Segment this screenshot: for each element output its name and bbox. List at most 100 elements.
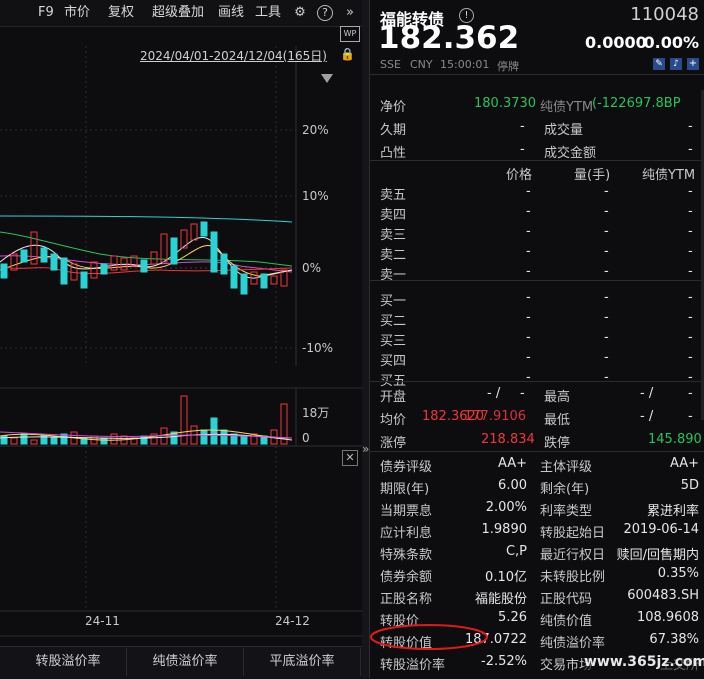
ob-header-qty: 量(手) — [574, 168, 611, 183]
pct-label-0: 0% — [302, 261, 322, 275]
ob-dash-sell-1-1: - — [604, 264, 609, 279]
ob-dash-sell-1-0: - — [526, 264, 531, 279]
bond-info-value: C,P — [505, 544, 527, 559]
help-icon[interactable]: ? — [317, 5, 333, 21]
limit-down-label: 跌停 — [544, 436, 571, 451]
candle — [190, 223, 198, 241]
volume-label-max: 18万 — [302, 406, 330, 420]
candle — [230, 265, 238, 289]
gear-icon[interactable]: ⚙ — [291, 4, 309, 22]
last-price: 182.362 — [378, 20, 520, 56]
bond-info-value: 600483.SH — [627, 588, 699, 603]
bond-info-value: 赎回/回售期内 — [616, 548, 699, 563]
chart-area[interactable]: 20% 10% 0% -10% 18万 0 24-11 24-12 ✕ — [0, 26, 362, 678]
candle — [240, 273, 248, 295]
duration-label: 久期 — [380, 123, 407, 138]
restore-rights-button[interactable]: 复权 — [108, 4, 134, 22]
candle — [0, 263, 8, 279]
convexity-value: - — [520, 142, 525, 157]
bond-info-value: AA+ — [497, 456, 527, 471]
high-label: 最高 — [544, 390, 571, 405]
exchange: SSE — [380, 58, 401, 71]
expand-icon[interactable]: » — [341, 4, 359, 22]
candle — [90, 261, 98, 279]
ob-dash-sell-4-2: - — [688, 204, 693, 219]
candle — [60, 257, 68, 285]
ob-dash-buy-4-1: - — [604, 350, 609, 365]
ob-label-sell-2: 卖二 — [380, 248, 407, 263]
bond-info-label: 未转股比例 — [540, 570, 606, 585]
ob-dash-sell-4-0: - — [526, 204, 531, 219]
tab-conversion-premium[interactable]: 转股溢价率 — [10, 648, 127, 676]
f9-button[interactable]: F9 — [38, 4, 54, 22]
lock-icon[interactable]: 🔒 — [340, 47, 355, 61]
candle — [160, 233, 168, 263]
bond-info-label: 剩余(年) — [540, 482, 590, 497]
bond-info-value: 0.10亿 — [485, 570, 527, 585]
draw-line-button[interactable]: 画线 — [218, 4, 244, 22]
bond-info-label: 正股名称 — [380, 592, 433, 607]
tools-button[interactable]: 工具 — [255, 4, 281, 22]
net-price-label: 净价 — [380, 100, 407, 115]
bond-info-label: 主体评级 — [540, 460, 593, 475]
wp-icon[interactable]: WP — [340, 26, 360, 42]
ob-dash-sell-3-1: - — [604, 224, 609, 239]
date-range-link[interactable]: 2024/04/01-2024/12/04(165日) — [140, 47, 327, 64]
bond-info-label: 转股溢价率 — [380, 658, 446, 673]
ob-label-sell-3: 卖三 — [380, 228, 407, 243]
highlight-ellipse — [370, 624, 488, 650]
volume-bar — [20, 433, 28, 445]
bell-icon[interactable]: ♪ — [670, 58, 682, 70]
edit-icon[interactable]: ✎ — [653, 58, 665, 70]
tab-parity-premium[interactable]: 平底溢价率 — [244, 648, 361, 676]
ob-dash-buy-5-1: - — [604, 370, 609, 385]
close-icon[interactable]: ✕ — [342, 450, 358, 466]
super-overlay-button[interactable]: 超级叠加 — [152, 4, 204, 22]
candle — [100, 263, 108, 275]
bond-info-label: 纯债价值 — [540, 614, 593, 629]
volume-bar — [100, 437, 108, 445]
ob-label-sell-4: 卖四 — [380, 208, 407, 223]
market-price-button[interactable]: 市价 — [64, 4, 90, 22]
chart-toolbar: F9 市价 复权 超级叠加 画线 工具 ⚙ ? » — [0, 0, 362, 27]
candle — [150, 251, 158, 265]
limit-down-value: 145.890 — [648, 432, 702, 447]
price-change: 0.0000 — [585, 33, 647, 52]
ob-dash-sell-2-1: - — [604, 244, 609, 259]
bond-info-value: 5D — [680, 478, 699, 493]
pct-label-20: 20% — [302, 123, 329, 137]
ob-dash-buy-4-0: - — [526, 350, 531, 365]
tab-bond-premium[interactable]: 纯债溢价率 — [127, 648, 244, 676]
high-dash: - — [688, 386, 693, 401]
bond-info-value: 2019-06-14 — [623, 522, 699, 537]
x-label-nov: 24-11 — [85, 614, 120, 628]
bond-info-value: AA+ — [669, 456, 699, 471]
avg-label: 均价 — [380, 413, 407, 428]
ytm-label: 纯债YTM — [540, 100, 594, 115]
quote-time: 15:00:01 — [440, 58, 490, 71]
plus-icon[interactable]: + — [687, 58, 699, 70]
ob-dash-sell-1-2: - — [688, 264, 693, 279]
ob-label-buy-1: 买一 — [380, 294, 407, 309]
pct-label-minus10: -10% — [302, 341, 334, 355]
open-value: - / — [487, 386, 501, 401]
ob-dash-sell-3-2: - — [688, 224, 693, 239]
volume-bar — [220, 429, 228, 445]
bond-info-label: 当期票息 — [380, 504, 433, 519]
ob-dash-buy-4-2: - — [688, 350, 693, 365]
ob-label-buy-3: 买三 — [380, 334, 407, 349]
ob-dash-buy-2-2: - — [688, 310, 693, 325]
high-value: - / — [640, 386, 654, 401]
x-label-dec: 24-12 — [275, 614, 310, 628]
open-label: 开盘 — [380, 390, 407, 405]
volume-bar — [30, 439, 38, 445]
currency: CNY — [410, 58, 433, 71]
candle — [50, 253, 58, 271]
limit-up-label: 涨停 — [380, 436, 407, 451]
ob-header-ytm: 纯债YTM — [642, 168, 696, 183]
ob-dash-buy-1-0: - — [526, 290, 531, 305]
panel-splitter[interactable] — [362, 0, 369, 678]
bond-info-label: 纯债溢价率 — [540, 636, 606, 651]
candle — [260, 273, 268, 289]
ob-header-price: 价格 — [506, 168, 533, 183]
